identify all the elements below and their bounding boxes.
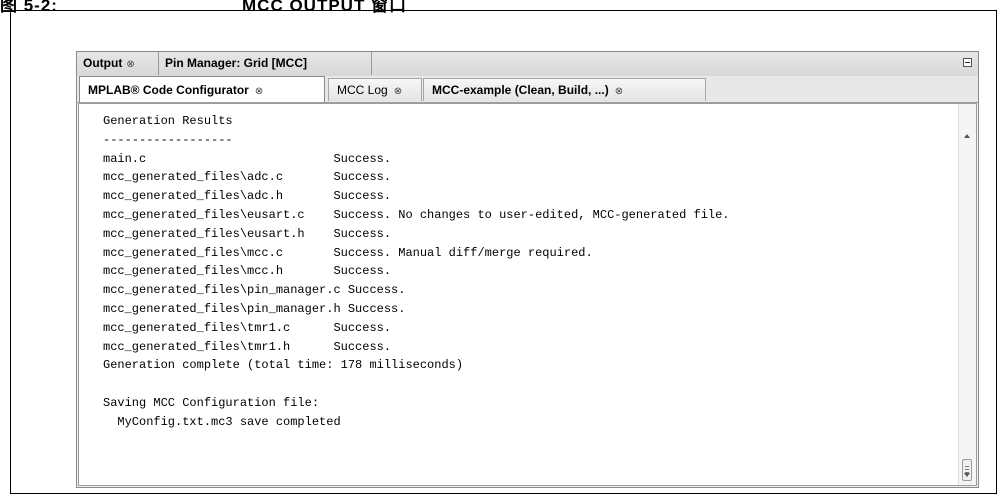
output-line: Generation Results bbox=[103, 114, 233, 128]
output-line: Generation complete (total time: 178 mil… bbox=[103, 358, 464, 373]
output-line: mcc_generated_files\adc.c Success. bbox=[103, 170, 392, 185]
output-line: mcc_generated_files\pin_manager.h Succes… bbox=[103, 301, 406, 316]
output-line: mcc_generated_files\mcc.h Success. bbox=[103, 264, 392, 279]
figure-frame: Output ⊗ Pin Manager: Grid [MCC] MPLAB® C… bbox=[10, 10, 997, 494]
close-icon[interactable]: ⊗ bbox=[126, 59, 134, 70]
close-icon[interactable]: ⊗ bbox=[615, 86, 623, 97]
output-line: mcc_generated_files\eusart.h Success. bbox=[103, 226, 392, 241]
output-text-area[interactable]: Generation Results ------------------ main… bbox=[78, 103, 977, 486]
vertical-scrollbar[interactable] bbox=[958, 104, 976, 485]
output-window: Output ⊗ Pin Manager: Grid [MCC] MPLAB® C… bbox=[76, 51, 979, 488]
tab-label: MPLAB® Code Configurator bbox=[88, 83, 249, 97]
chevron-up-icon[interactable] bbox=[964, 134, 970, 138]
outer-tab-bar: Output ⊗ Pin Manager: Grid [MCC] bbox=[77, 52, 978, 77]
tab-mcc-example-build[interactable]: MCC-example (Clean, Build, ...) ⊗ bbox=[423, 78, 706, 101]
output-line: mcc_generated_files\tmr1.c Success. bbox=[103, 320, 392, 335]
scrollbar-thumb[interactable] bbox=[962, 459, 972, 481]
output-line: mcc_generated_files\tmr1.h Success. bbox=[103, 339, 392, 354]
tab-pin-manager-grid[interactable]: Pin Manager: Grid [MCC] bbox=[159, 52, 372, 75]
output-line: Saving MCC Configuration file: bbox=[103, 395, 320, 410]
close-icon[interactable]: ⊗ bbox=[394, 86, 402, 97]
inner-tab-bar: MPLAB® Code Configurator ⊗ MCC Log ⊗ MCC-e… bbox=[77, 76, 978, 103]
tab-label: MCC Log bbox=[337, 83, 388, 97]
output-line: main.c Success. bbox=[103, 151, 392, 166]
tab-label: MCC-example (Clean, Build, ...) bbox=[432, 83, 609, 97]
tab-output[interactable]: Output ⊗ bbox=[77, 52, 159, 75]
close-icon[interactable]: ⊗ bbox=[255, 86, 263, 97]
tab-label: Pin Manager: Grid [MCC] bbox=[165, 56, 308, 70]
output-line: ------------------ bbox=[103, 132, 233, 147]
tab-mplab-code-configurator[interactable]: MPLAB® Code Configurator ⊗ bbox=[79, 76, 325, 102]
output-line: mcc_generated_files\adc.h Success. bbox=[103, 189, 392, 204]
chevron-down-icon[interactable] bbox=[964, 473, 970, 477]
output-line: mcc_generated_files\mcc.c Success. Manua… bbox=[103, 245, 593, 260]
output-line: mcc_generated_files\pin_manager.c Succes… bbox=[103, 283, 406, 298]
output-line: mcc_generated_files\eusart.c Success. No… bbox=[103, 207, 730, 222]
tab-label: Output bbox=[83, 56, 123, 70]
output-log: Generation Results ------------------ main… bbox=[103, 112, 730, 432]
output-line: MyConfig.txt.mc3 save completed bbox=[103, 414, 341, 429]
minimize-icon[interactable] bbox=[963, 58, 972, 67]
tab-mcc-log[interactable]: MCC Log ⊗ bbox=[328, 78, 422, 101]
